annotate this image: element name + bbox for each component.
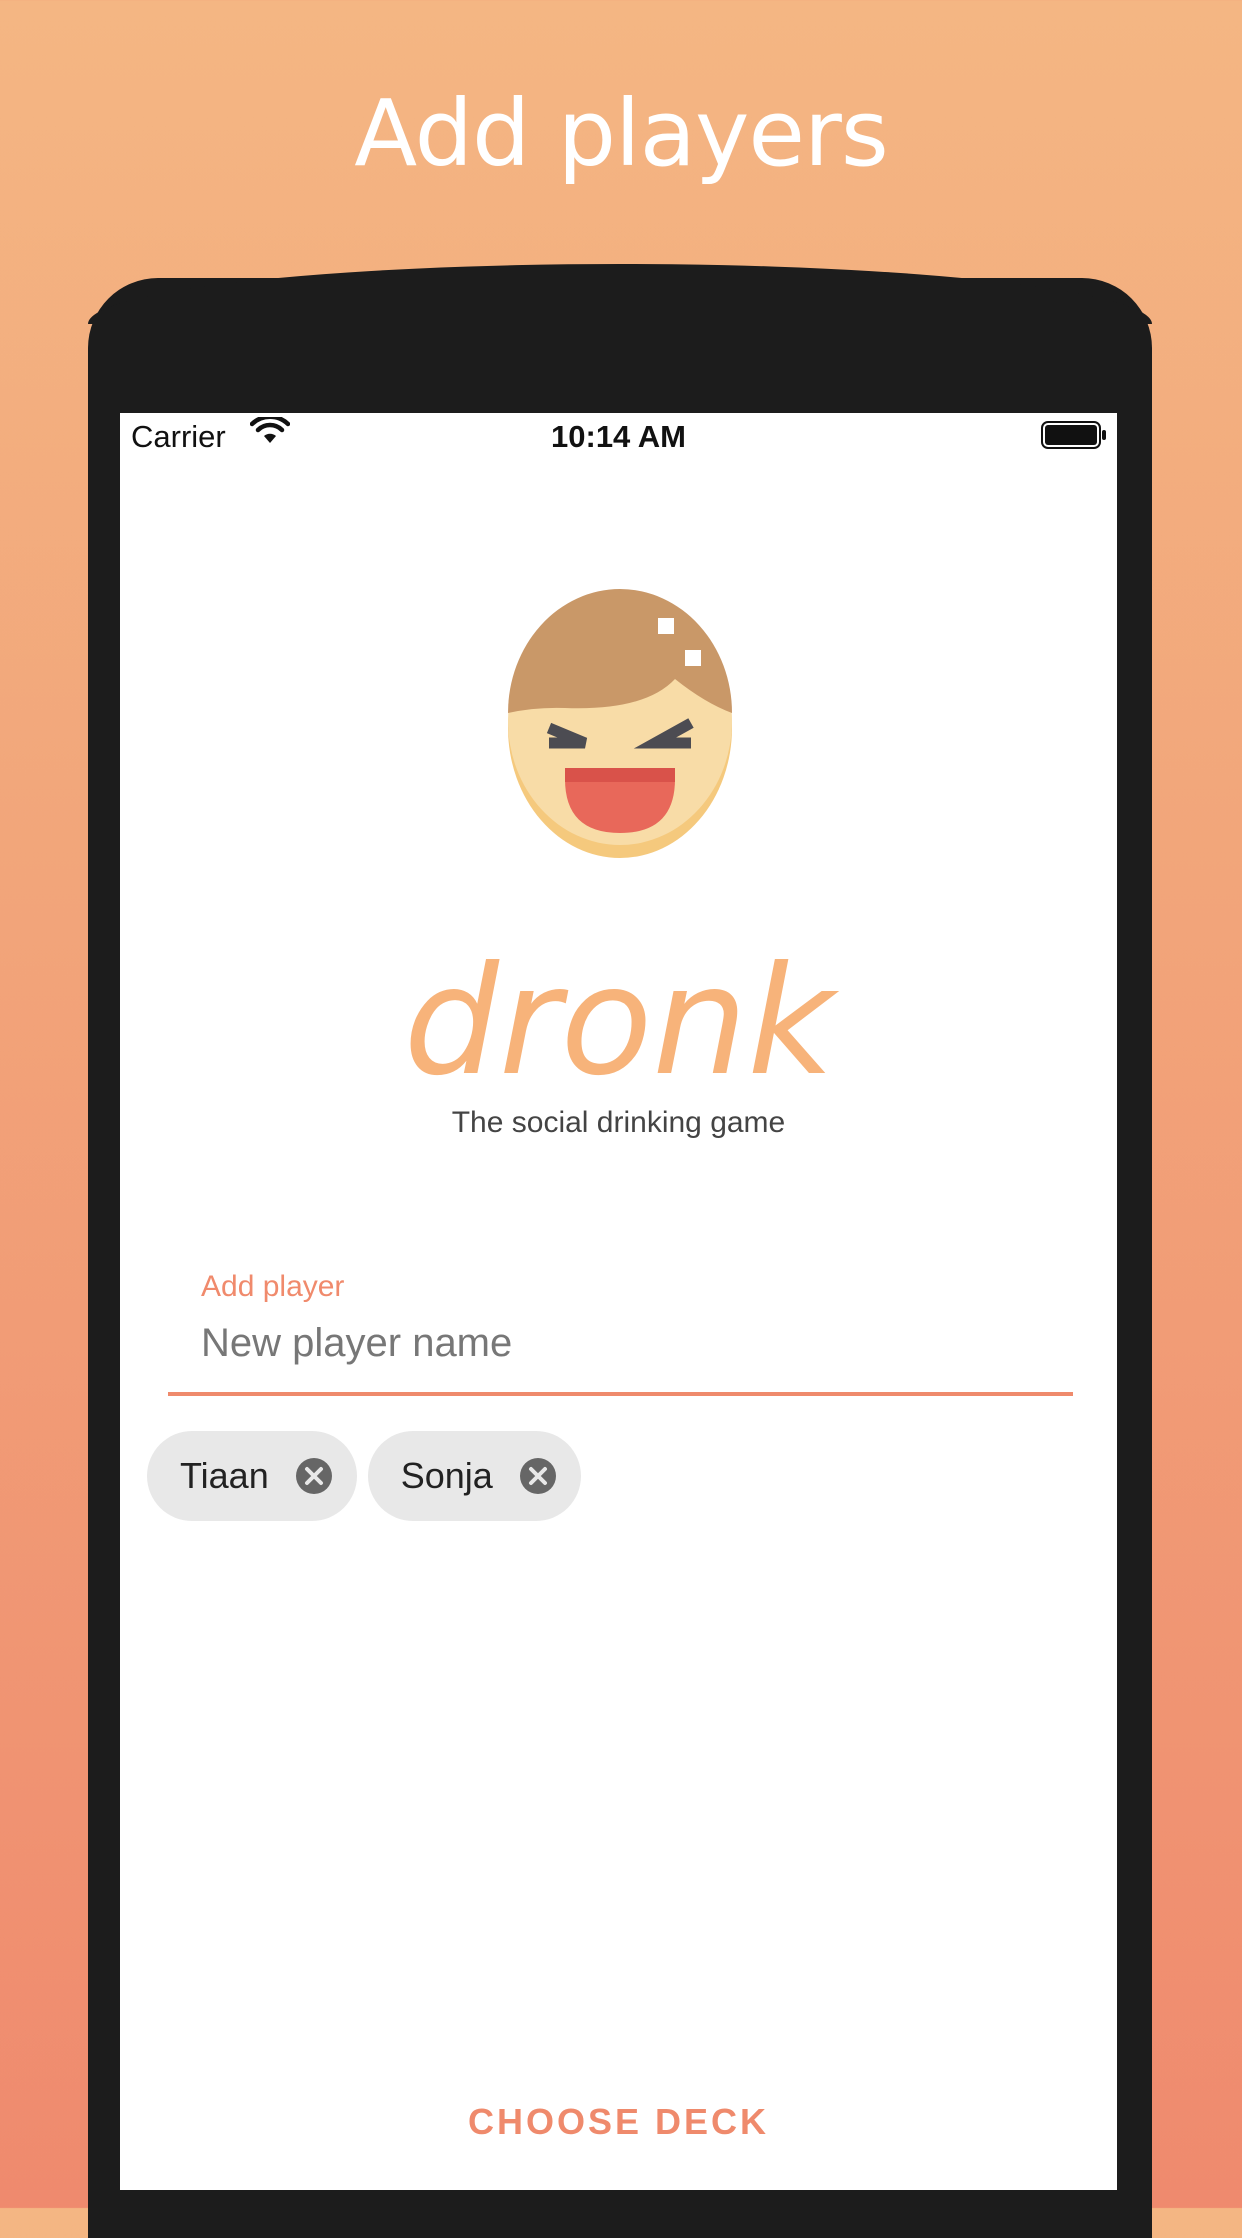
brand-logo: dronk: [120, 943, 1117, 1093]
page-headline: Add players: [354, 80, 889, 187]
status-time: 10:14 AM: [551, 419, 686, 454]
svg-text:dronk: dronk: [403, 943, 839, 1093]
player-chip: Tiaan: [147, 1431, 357, 1521]
add-player-label: Add player: [201, 1270, 345, 1303]
remove-player-icon[interactable]: [295, 1457, 333, 1495]
app-screen: Carrier 10:14 AM dronk The social drinki…: [120, 413, 1117, 2190]
player-chip-list: Tiaan Sonja: [147, 1431, 581, 1521]
player-chip: Sonja: [367, 1431, 581, 1521]
remove-player-icon[interactable]: [519, 1457, 557, 1495]
input-underline: [168, 1392, 1073, 1396]
status-bar: Carrier 10:14 AM: [120, 413, 1117, 463]
app-tagline: The social drinking game: [451, 1106, 786, 1139]
battery-icon: [1041, 421, 1106, 449]
laughing-face-logo-icon: [508, 589, 732, 858]
choose-deck-button[interactable]: CHOOSE DECK: [120, 2101, 1117, 2143]
phone-frame-top: [88, 264, 1152, 324]
player-chip-label: Sonja: [400, 1455, 493, 1496]
player-name-input[interactable]: [201, 1313, 1021, 1373]
brand-wordmark-icon: dronk: [403, 943, 839, 1093]
player-chip-label: Tiaan: [180, 1455, 269, 1496]
